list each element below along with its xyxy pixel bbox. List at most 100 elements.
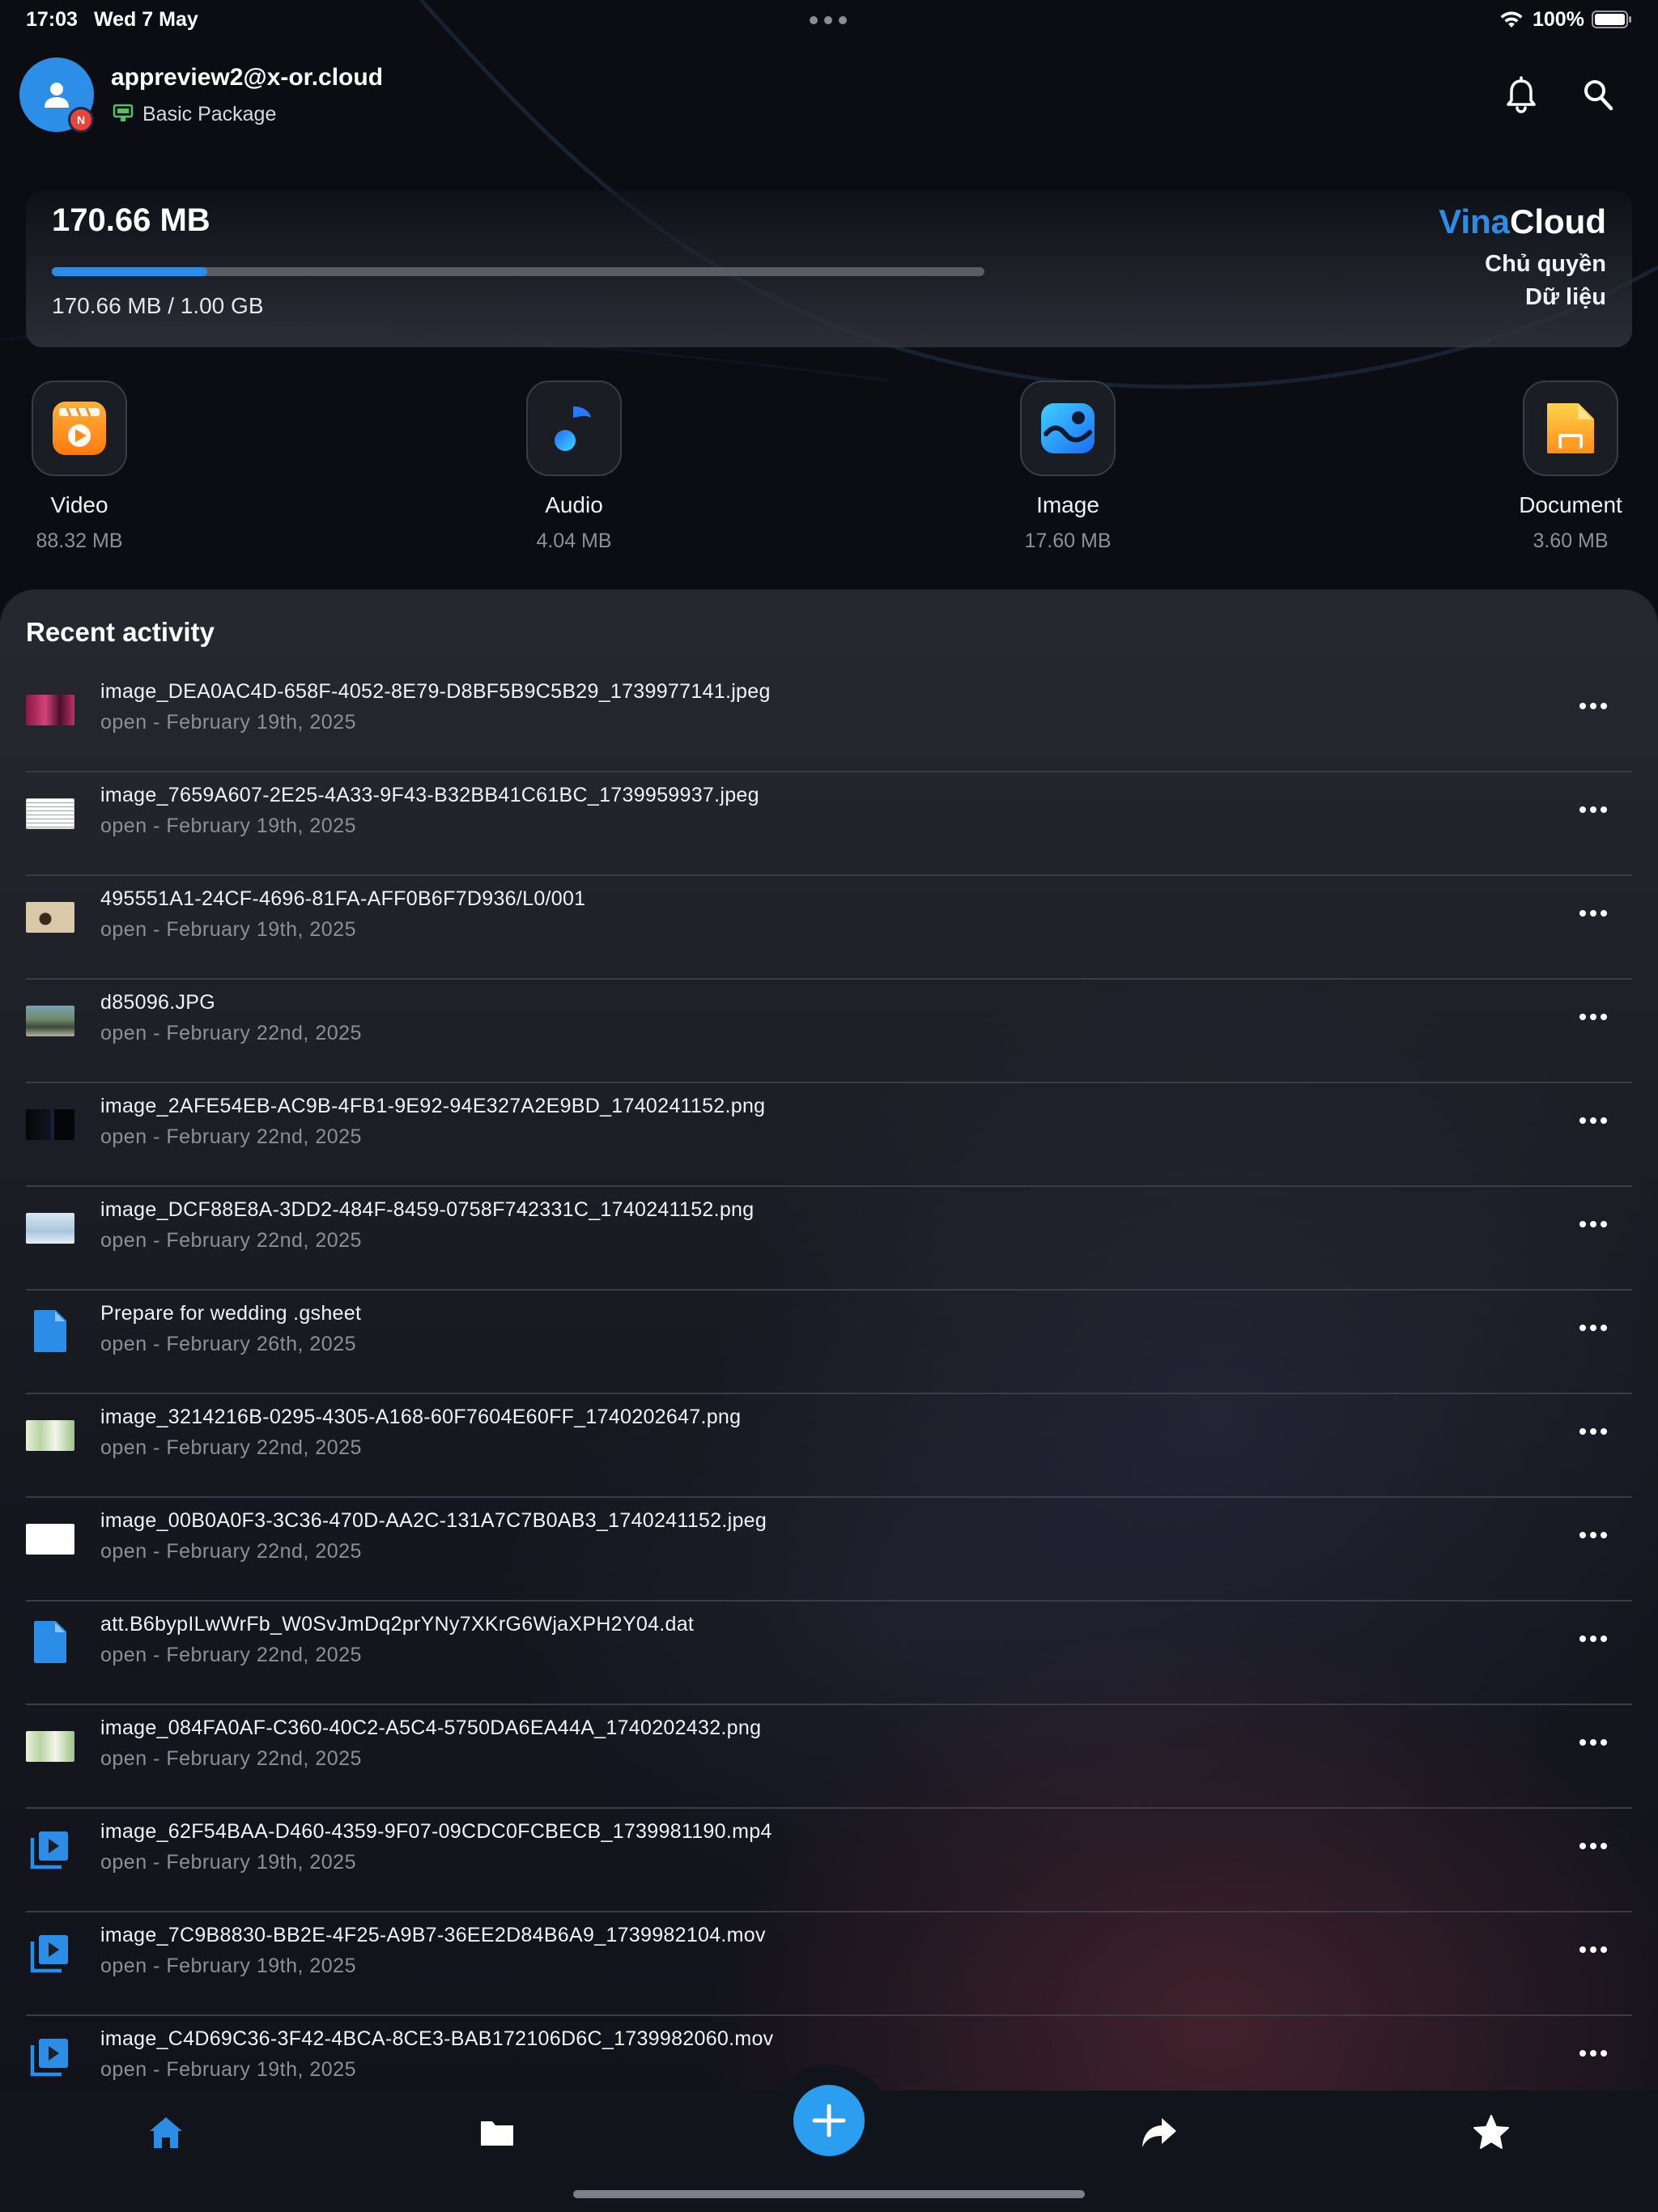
- more-options-icon[interactable]: [1577, 1838, 1609, 1854]
- file-thumbnail: [26, 1213, 74, 1244]
- storage-ratio: 170.66 MB / 1.00 GB: [52, 293, 264, 318]
- file-meta: open - February 19th, 2025: [100, 2058, 356, 2081]
- home-indicator[interactable]: [573, 2190, 1085, 2198]
- file-thumbnail: [26, 1109, 74, 1140]
- category-image[interactable]: Image 17.60 MB: [987, 381, 1149, 553]
- activity-row[interactable]: att.B6bypILwWrFb_W0SvJmDq2prYNy7XKrG6Wja…: [0, 1602, 1658, 1705]
- file-thumbnail: [26, 1006, 74, 1036]
- more-options-icon[interactable]: [1577, 802, 1609, 818]
- document-app-icon: [1547, 403, 1594, 453]
- more-options-icon[interactable]: [1577, 1527, 1609, 1543]
- file-name: image_3214216B-0295-4305-A168-60F7604E60…: [100, 1406, 742, 1428]
- file-name: Prepare for wedding .gsheet: [100, 1302, 362, 1325]
- file-name: image_DCF88E8A-3DD2-484F-8459-0758F74233…: [100, 1198, 755, 1221]
- more-options-icon[interactable]: [1577, 1423, 1609, 1440]
- file-thumbnail: [26, 1524, 74, 1555]
- activity-row[interactable]: image_3214216B-0295-4305-A168-60F7604E60…: [0, 1394, 1658, 1498]
- activity-row[interactable]: d85096.JPG open - February 22nd, 2025: [0, 980, 1658, 1083]
- avatar-badge: N: [68, 107, 94, 133]
- more-options-icon[interactable]: [1577, 1009, 1609, 1025]
- multitasking-dots[interactable]: [810, 16, 847, 24]
- more-options-icon[interactable]: [1577, 1942, 1609, 1958]
- file-thumbnail: [26, 798, 74, 829]
- search-icon[interactable]: [1580, 76, 1616, 113]
- screen: 17:03 Wed 7 May 100% N appreview2@x-or.c…: [0, 0, 1658, 2212]
- package-icon: [113, 104, 134, 121]
- category-size: 88.32 MB: [36, 530, 123, 552]
- brand-logo: VinaCloud: [1439, 202, 1606, 241]
- file-meta: open - February 19th, 2025: [100, 815, 356, 837]
- file-name: image_084FA0AF-C360-40C2-A5C4-5750DA6EA4…: [100, 1716, 762, 1739]
- battery-percent: 100%: [1533, 8, 1584, 31]
- status-bar: 17:03 Wed 7 May 100%: [0, 0, 1658, 39]
- more-options-icon[interactable]: [1577, 1216, 1609, 1232]
- activity-row[interactable]: image_7659A607-2E25-4A33-9F43-B32BB41C61…: [0, 772, 1658, 876]
- storage-card[interactable]: 170.66 MB 170.66 MB / 1.00 GB VinaCloud …: [26, 191, 1632, 347]
- file-thumbnail: [26, 902, 74, 933]
- star-icon[interactable]: [1472, 2113, 1511, 2152]
- file-name: image_2AFE54EB-AC9B-4FB1-9E92-94E327A2E9…: [100, 1095, 766, 1117]
- more-options-icon[interactable]: [1577, 1320, 1609, 1336]
- recent-activity-panel: Recent activity image_DEA0AC4D-658F-4052…: [0, 589, 1658, 2095]
- file-name: image_7659A607-2E25-4A33-9F43-B32BB41C61…: [100, 784, 759, 806]
- file-name: 495551A1-24CF-4696-81FA-AFF0B6F7D936/L0/…: [100, 887, 586, 910]
- file-meta: open - February 22nd, 2025: [100, 1229, 362, 1252]
- wifi-icon: [1500, 11, 1523, 28]
- file-thumbnail: [26, 695, 74, 725]
- brand-part2: Cloud: [1510, 202, 1606, 240]
- activity-row[interactable]: image_62F54BAA-D460-4359-9F07-09CDC0FCBE…: [0, 1809, 1658, 1912]
- file-meta: open - February 22nd, 2025: [100, 1644, 362, 1666]
- status-time: 17:03: [26, 8, 78, 31]
- activity-row[interactable]: image_7C9B8830-BB2E-4F25-A9B7-36EE2D84B6…: [0, 1912, 1658, 2016]
- activity-row[interactable]: image_00B0A0F3-3C36-470D-AA2C-131A7C7B0A…: [0, 1498, 1658, 1602]
- file-name: d85096.JPG: [100, 991, 215, 1014]
- activity-row[interactable]: 495551A1-24CF-4696-81FA-AFF0B6F7D936/L0/…: [0, 876, 1658, 980]
- activity-row[interactable]: Prepare for wedding .gsheet open - Februa…: [0, 1291, 1658, 1394]
- category-audio-tile: [526, 381, 622, 476]
- category-video[interactable]: Video 88.32 MB: [0, 381, 160, 553]
- category-name: Document: [1519, 492, 1622, 517]
- more-options-icon[interactable]: [1577, 698, 1609, 714]
- activity-row[interactable]: image_DCF88E8A-3DD2-484F-8459-0758F74233…: [0, 1187, 1658, 1291]
- more-options-icon[interactable]: [1577, 1631, 1609, 1647]
- file-meta: open - February 19th, 2025: [100, 711, 356, 734]
- add-button[interactable]: [793, 2085, 865, 2156]
- file-meta: open - February 22nd, 2025: [100, 1436, 362, 1459]
- activity-row[interactable]: image_DEA0AC4D-658F-4052-8E79-D8BF5B9C5B…: [0, 669, 1658, 772]
- brand-tagline-line2: Dữ liệu: [1525, 284, 1606, 310]
- file-icon: [34, 1310, 66, 1352]
- category-name: Image: [1036, 492, 1099, 517]
- more-options-icon[interactable]: [1577, 1734, 1609, 1750]
- more-options-icon[interactable]: [1577, 905, 1609, 921]
- music-note-icon: [555, 402, 591, 451]
- file-meta: open - February 26th, 2025: [100, 1333, 356, 1355]
- status-date: Wed 7 May: [94, 8, 198, 31]
- home-icon[interactable]: [147, 2113, 185, 2152]
- category-document[interactable]: Document 3.60 MB: [1490, 381, 1652, 553]
- activity-row[interactable]: image_2AFE54EB-AC9B-4FB1-9E92-94E327A2E9…: [0, 1083, 1658, 1187]
- category-name: Audio: [545, 492, 603, 517]
- file-meta: open - February 22nd, 2025: [100, 1540, 362, 1563]
- more-options-icon[interactable]: [1577, 1112, 1609, 1129]
- category-document-tile: [1523, 381, 1618, 476]
- file-name: image_00B0A0F3-3C36-470D-AA2C-131A7C7B0A…: [100, 1509, 767, 1532]
- category-audio[interactable]: Audio 4.04 MB: [493, 381, 655, 553]
- battery-icon: [1592, 11, 1631, 28]
- bell-icon[interactable]: [1503, 76, 1540, 115]
- category-size: 17.60 MB: [1024, 530, 1112, 552]
- account-email[interactable]: appreview2@x-or.cloud: [111, 64, 383, 91]
- file-name: image_C4D69C36-3F42-4BCA-8CE3-BAB172106D…: [100, 2027, 774, 2050]
- video-file-icon: [30, 1831, 68, 1870]
- user-icon: [45, 83, 69, 108]
- share-icon[interactable]: [1139, 2113, 1178, 2152]
- video-file-icon: [30, 1935, 68, 1973]
- file-meta: open - February 19th, 2025: [100, 918, 356, 941]
- folder-icon[interactable]: [478, 2113, 517, 2152]
- category-size: 3.60 MB: [1533, 530, 1609, 552]
- file-meta: open - February 22nd, 2025: [100, 1747, 362, 1770]
- activity-row[interactable]: image_084FA0AF-C360-40C2-A5C4-5750DA6EA4…: [0, 1705, 1658, 1809]
- file-name: image_62F54BAA-D460-4359-9F07-09CDC0FCBE…: [100, 1820, 772, 1843]
- storage-progress-fill: [52, 267, 208, 276]
- brand-part1: Vina: [1439, 202, 1511, 240]
- more-options-icon[interactable]: [1577, 2045, 1609, 2061]
